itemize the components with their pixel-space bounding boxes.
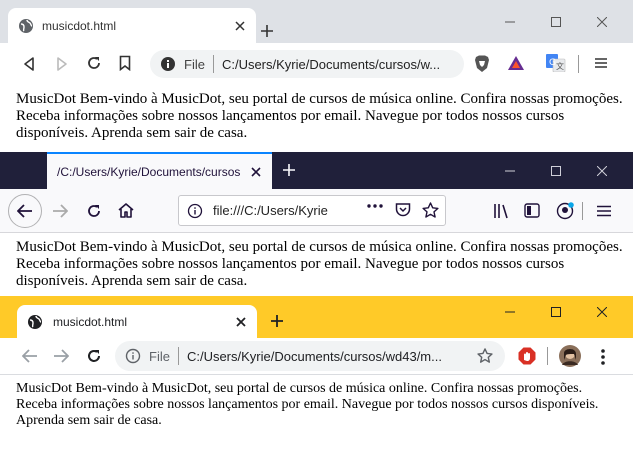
svg-text:文: 文 <box>556 61 564 71</box>
toolbar: file:///C:/Users/Kyrie <box>0 189 633 233</box>
toolbar-divider <box>578 55 579 73</box>
brave-shield-icon[interactable] <box>474 55 490 73</box>
svg-text:G: G <box>549 58 556 68</box>
page-content: MusicDot Bem-vindo à MusicDot, seu porta… <box>0 375 633 429</box>
page-text: MusicDot Bem-vindo à MusicDot, seu porta… <box>16 239 623 289</box>
new-tab-icon[interactable] <box>260 24 274 38</box>
brave-rewards-icon[interactable] <box>507 55 525 71</box>
adblock-icon[interactable] <box>518 347 536 365</box>
menu-icon[interactable] <box>597 205 611 217</box>
page-text: MusicDot Bem-vindo à MusicDot, seu porta… <box>16 381 599 428</box>
file-label: File <box>184 56 205 72</box>
close-window-icon[interactable] <box>579 0 625 43</box>
star-icon[interactable] <box>422 202 439 219</box>
toolbar: File C:/Users/Kyrie/Documents/cursos/wd4… <box>0 338 633 375</box>
close-icon[interactable] <box>234 20 246 32</box>
star-icon[interactable] <box>477 348 493 364</box>
toolbar: File C:/Users/Kyrie/Documents/cursos/w..… <box>0 43 633 85</box>
maximize-icon[interactable] <box>533 0 579 43</box>
maximize-icon[interactable] <box>533 152 579 189</box>
close-window-icon[interactable] <box>579 296 625 328</box>
tab-strip: musicdot.html <box>0 296 633 338</box>
profile-avatar[interactable] <box>559 345 581 367</box>
page-content: MusicDot Bem-vindo à MusicDot, seu porta… <box>0 233 633 290</box>
brave-window: musicdot.html File C:/Users/Kyrie/Docume… <box>0 0 633 155</box>
page-content: MusicDot Bem-vindo à MusicDot, seu porta… <box>0 85 633 142</box>
minimize-icon[interactable] <box>487 0 533 43</box>
back-icon[interactable] <box>22 56 36 72</box>
home-icon[interactable] <box>117 202 135 219</box>
tab-title: musicdot.html <box>53 314 128 329</box>
translate-icon[interactable]: G文 <box>546 54 566 72</box>
sidebar-icon[interactable] <box>524 203 540 218</box>
toolbar-divider <box>582 202 583 220</box>
info-icon[interactable] <box>187 203 203 219</box>
reload-icon[interactable] <box>86 55 102 71</box>
library-icon[interactable] <box>493 203 509 219</box>
back-icon[interactable] <box>22 349 38 363</box>
close-icon[interactable] <box>235 316 247 328</box>
info-icon[interactable] <box>125 348 141 364</box>
globe-icon <box>27 314 43 330</box>
close-icon[interactable] <box>250 166 262 178</box>
address-bar[interactable]: File C:/Users/Kyrie/Documents/cursos/w..… <box>150 50 464 78</box>
url-text[interactable]: C:/Users/Kyrie/Documents/cursos/w... <box>222 57 462 72</box>
toolbar-divider <box>547 347 548 365</box>
tab-file[interactable]: /C:/Users/Kyrie/Documents/cursos <box>47 152 272 189</box>
more-icon[interactable] <box>367 204 383 208</box>
firefox-window: /C:/Users/Kyrie/Documents/cursos file://… <box>0 152 633 297</box>
tab-strip: /C:/Users/Kyrie/Documents/cursos <box>0 152 633 189</box>
omnibox-divider <box>212 55 214 73</box>
forward-icon[interactable] <box>52 204 68 218</box>
pocket-icon[interactable] <box>395 202 411 218</box>
url-text[interactable]: C:/Users/Kyrie/Documents/cursos/wd43/m..… <box>187 349 477 364</box>
address-bar[interactable]: File C:/Users/Kyrie/Documents/cursos/wd4… <box>115 341 505 371</box>
bookmark-icon[interactable] <box>119 55 131 71</box>
omnibox-divider <box>177 347 179 365</box>
close-window-icon[interactable] <box>579 152 625 189</box>
page-text: MusicDot Bem-vindo à MusicDot, seu porta… <box>16 91 623 141</box>
account-icon[interactable] <box>556 202 574 220</box>
maximize-icon[interactable] <box>533 296 579 328</box>
tab-strip: musicdot.html <box>0 0 633 43</box>
forward-icon[interactable] <box>53 349 69 363</box>
tab-musicdot[interactable]: musicdot.html <box>8 8 256 43</box>
address-bar[interactable]: file:///C:/Users/Kyrie <box>178 195 446 226</box>
back-icon[interactable] <box>8 194 42 228</box>
minimize-icon[interactable] <box>487 296 533 328</box>
forward-icon[interactable] <box>55 56 69 72</box>
more-icon[interactable] <box>601 349 605 365</box>
tab-title: musicdot.html <box>42 18 117 33</box>
reload-icon[interactable] <box>86 203 102 219</box>
file-label: File <box>149 348 170 364</box>
chrome-window: musicdot.html File C:/Users/Kyrie/Docume… <box>0 296 633 457</box>
minimize-icon[interactable] <box>487 152 533 189</box>
globe-icon <box>18 18 34 34</box>
new-tab-icon[interactable] <box>270 314 284 328</box>
menu-icon[interactable] <box>595 57 607 69</box>
tab-title: /C:/Users/Kyrie/Documents/cursos <box>57 164 241 179</box>
tab-musicdot[interactable]: musicdot.html <box>17 305 257 338</box>
reload-icon[interactable] <box>86 348 102 364</box>
url-text[interactable]: file:///C:/Users/Kyrie <box>213 203 363 218</box>
info-icon[interactable] <box>160 56 176 72</box>
new-tab-icon[interactable] <box>282 163 296 177</box>
